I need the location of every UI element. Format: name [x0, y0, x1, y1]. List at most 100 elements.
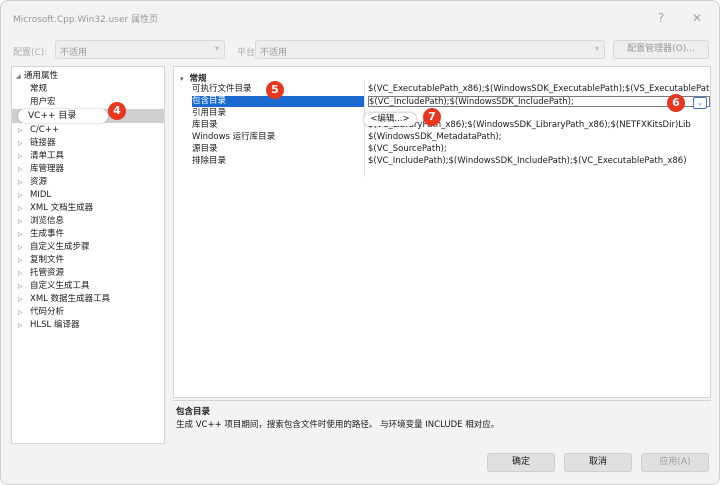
tree-item-copy-file[interactable]: ▷ 复制文件 — [12, 254, 164, 267]
collapsed-arrow-icon[interactable]: ▷ — [18, 176, 23, 189]
window-title: Microsoft.Cpp.Win32.user 属性页 — [13, 15, 159, 25]
chevron-down-icon: ⌄ — [697, 99, 703, 107]
property-row-executable-dirs[interactable]: 可执行文件目录 $(VC_ExecutablePath_x86);$(Windo… — [174, 84, 710, 95]
chevron-down-icon: ▾ — [214, 44, 219, 53]
tree-item-linker[interactable]: ▷ 链接器 — [12, 137, 164, 150]
property-row-reference-dirs[interactable]: 引用目录 — [174, 108, 710, 119]
property-row-winrt-dirs[interactable]: Windows 运行库目录 $(WindowsSDK_MetadataPath)… — [174, 132, 710, 143]
callout-6: 6 — [667, 94, 685, 112]
collapsed-arrow-icon[interactable]: ▷ — [18, 124, 23, 137]
dropdown-button[interactable]: ⌄ — [693, 97, 707, 109]
collapsed-arrow-icon[interactable]: ▷ — [18, 280, 23, 293]
tree-item-label: XML 数据生成器工具 — [30, 294, 111, 304]
tree-root-common-properties[interactable]: ◢ 通用属性 — [12, 70, 164, 83]
property-row-include-dirs[interactable]: 包含目录 $(VC_IncludePath);$(WindowsSDK_Incl… — [174, 96, 710, 107]
chevron-down-icon: ▾ — [594, 44, 599, 53]
property-value[interactable] — [368, 108, 710, 119]
title-bar: Microsoft.Cpp.Win32.user 属性页 ? ✕ — [1, 1, 719, 35]
collapsed-arrow-icon[interactable]: ▷ — [18, 267, 23, 280]
configuration-manager-button[interactable]: 配置管理器(O)... — [613, 40, 709, 59]
tree-item-label: MIDL — [30, 190, 52, 200]
close-button[interactable]: ✕ — [685, 7, 709, 29]
vc-directories-highlight[interactable]: VC++ 目录 — [18, 109, 108, 123]
property-name: 引用目录 — [192, 108, 227, 118]
tree-item-librarian[interactable]: ▷ 库管理器 — [12, 163, 164, 176]
collapsed-arrow-icon[interactable]: ▷ — [18, 228, 23, 241]
tree-item-c-cpp[interactable]: ▷ C/C++ — [12, 124, 164, 137]
include-dirs-value-field[interactable]: $(VC_IncludePath);$(WindowsSDK_IncludePa… — [368, 96, 710, 107]
tree-item-label: 托管资源 — [30, 268, 65, 278]
tree-item-label: VC++ 目录 — [28, 111, 77, 121]
tree-item-code-analysis[interactable]: ▷ 代码分析 — [12, 306, 164, 319]
tree-item-label: 用户宏 — [30, 97, 56, 107]
configuration-label: 配置(C): — [13, 48, 48, 58]
property-value[interactable]: $(VC_LibraryPath_x86);$(WindowsSDK_Libra… — [368, 120, 710, 131]
property-value[interactable]: $(VC_ExecutablePath_x86);$(WindowsSDK_Ex… — [368, 84, 710, 95]
tree-item-label: 库管理器 — [30, 164, 65, 174]
collapsed-arrow-icon[interactable]: ▷ — [18, 319, 23, 332]
tree-item-label: 自定义生成步骤 — [30, 242, 90, 252]
tree-item-xml-data-generator[interactable]: ▷ XML 数据生成器工具 — [12, 293, 164, 306]
tree-root-label: 通用属性 — [24, 71, 59, 81]
description-panel: 包含目录 生成 VC++ 项目期间，搜索包含文件时使用的路径。 与环境变量 IN… — [173, 400, 711, 444]
collapsed-arrow-icon[interactable]: ▷ — [18, 254, 23, 267]
section-label: 常规 — [189, 74, 207, 84]
platform-value: 不适用 — [260, 48, 288, 58]
tree-item-label: 浏览信息 — [30, 216, 65, 226]
tree-item-resources[interactable]: ▷ 资源 — [12, 176, 164, 189]
tree-item-custom-build-tool[interactable]: ▷ 自定义生成工具 — [12, 280, 164, 293]
property-name: 源目录 — [192, 144, 218, 154]
ok-button[interactable]: 确定 — [487, 453, 555, 472]
tree-item-user-macros[interactable]: 用户宏 — [12, 96, 164, 109]
tree-item-label: 清单工具 — [30, 151, 65, 161]
collapsed-arrow-icon[interactable]: ▷ — [18, 150, 23, 163]
expanded-arrow-icon[interactable]: ▾ — [180, 75, 184, 83]
tree-item-label: 代码分析 — [30, 307, 65, 317]
tree-item-label: HLSL 编译器 — [30, 320, 80, 330]
tree-item-midl[interactable]: ▷ MIDL — [12, 189, 164, 202]
platform-select[interactable]: 不适用 ▾ — [255, 40, 605, 59]
collapsed-arrow-icon[interactable]: ▷ — [18, 306, 23, 319]
configuration-select[interactable]: 不适用 ▾ — [55, 40, 225, 59]
apply-button[interactable]: 应用(A) — [641, 453, 709, 472]
collapsed-arrow-icon[interactable]: ▷ — [18, 215, 23, 228]
property-value[interactable]: $(VC_IncludePath);$(WindowsSDK_IncludePa… — [368, 156, 710, 167]
description-text: 生成 VC++ 项目期间，搜索包含文件时使用的路径。 与环境变量 INCLUDE… — [176, 420, 500, 430]
tree-item-manifest-tool[interactable]: ▷ 清单工具 — [12, 150, 164, 163]
tree-item-label: 生成事件 — [30, 229, 65, 239]
tree-item-managed-resources[interactable]: ▷ 托管资源 — [12, 267, 164, 280]
collapsed-arrow-icon[interactable]: ▷ — [18, 189, 23, 202]
edit-option[interactable]: <编辑...> — [364, 113, 416, 126]
collapsed-arrow-icon[interactable]: ▷ — [18, 241, 23, 254]
tree-item-vc-directories[interactable]: VC++ 目录 — [12, 109, 164, 123]
tree-item-browse-information[interactable]: ▷ 浏览信息 — [12, 215, 164, 228]
property-row-library-dirs[interactable]: 库目录 $(VC_LibraryPath_x86);$(WindowsSDK_L… — [174, 120, 710, 131]
property-value[interactable]: $(WindowsSDK_MetadataPath); — [368, 132, 710, 143]
section-header-general[interactable]: ▾ 常规 — [180, 72, 207, 84]
tree-item-build-events[interactable]: ▷ 生成事件 — [12, 228, 164, 241]
collapsed-arrow-icon[interactable]: ▷ — [18, 137, 23, 150]
tree-item-general[interactable]: 常规 — [12, 83, 164, 96]
property-name: 排除目录 — [192, 156, 227, 166]
description-title: 包含目录 — [176, 407, 211, 417]
property-value[interactable]: $(VC_SourcePath); — [368, 144, 710, 155]
property-tree: ◢ 通用属性 常规 用户宏 VC++ 目录 ▷ C/C++ ▷ 链接器 ▷ 清单… — [11, 66, 165, 444]
tree-item-label: XML 文档生成器 — [30, 203, 94, 213]
help-button[interactable]: ? — [649, 7, 673, 29]
tree-item-hlsl-compiler[interactable]: ▷ HLSL 编译器 — [12, 319, 164, 332]
property-name: 库目录 — [192, 120, 218, 130]
expanded-arrow-icon[interactable]: ◢ — [16, 70, 21, 83]
property-name: Windows 运行库目录 — [192, 132, 276, 142]
property-grid: ▾ 常规 可执行文件目录 $(VC_ExecutablePath_x86);$(W… — [173, 66, 711, 398]
callout-7: 7 — [423, 108, 441, 126]
callout-4: 4 — [108, 102, 126, 120]
tree-item-xml-doc-generator[interactable]: ▷ XML 文档生成器 — [12, 202, 164, 215]
cancel-button[interactable]: 取消 — [564, 453, 632, 472]
property-row-source-dirs[interactable]: 源目录 $(VC_SourcePath); — [174, 144, 710, 155]
property-row-exclude-dirs[interactable]: 排除目录 $(VC_IncludePath);$(WindowsSDK_Incl… — [174, 156, 710, 167]
tree-item-label: 自定义生成工具 — [30, 281, 90, 291]
tree-item-custom-build-step[interactable]: ▷ 自定义生成步骤 — [12, 241, 164, 254]
collapsed-arrow-icon[interactable]: ▷ — [18, 293, 23, 306]
collapsed-arrow-icon[interactable]: ▷ — [18, 163, 23, 176]
collapsed-arrow-icon[interactable]: ▷ — [18, 202, 23, 215]
